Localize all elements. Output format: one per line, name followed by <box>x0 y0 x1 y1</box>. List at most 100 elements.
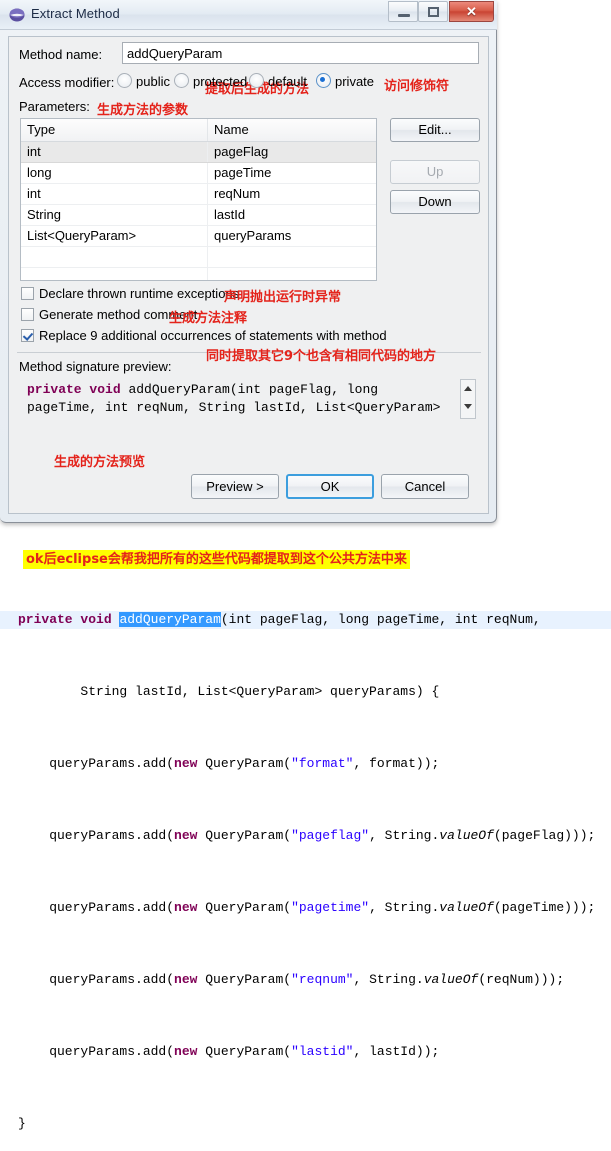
code-keyword-new: new <box>174 1044 198 1059</box>
radio-label: protected <box>193 74 248 89</box>
code-line5-mid: QueryParam( <box>197 900 292 915</box>
cell-name <box>208 268 376 280</box>
cell-type: List<QueryParam> <box>21 226 208 246</box>
access-modifier-label: Access modifier: <box>19 75 115 90</box>
cell-type: int <box>21 142 208 162</box>
checkbox-label: Declare thrown runtime exceptions <box>39 286 240 301</box>
ok-button[interactable]: OK <box>286 474 374 499</box>
code-line7-pre: queryParams.add( <box>18 1044 175 1059</box>
code-editor-block[interactable]: private void addQueryParam(int pageFlag,… <box>0 575 611 1131</box>
annotation-signature-preview: 生成的方法预览 <box>54 455 146 470</box>
radio-access-public[interactable]: public <box>117 73 170 89</box>
radio-label: default <box>268 74 308 89</box>
annotation-checkbox-2: 生成方法注释 <box>169 311 248 326</box>
table-row[interactable]: int pageFlag <box>21 142 376 163</box>
radio-access-protected[interactable]: protected <box>174 73 247 89</box>
cancel-button[interactable]: Cancel <box>381 474 469 499</box>
table-row[interactable]: int reqNum <box>21 184 376 205</box>
signature-keyword-private: private <box>27 382 82 397</box>
code-line3-post: , format)); <box>353 756 440 771</box>
code-line7-mid: QueryParam( <box>197 1044 292 1059</box>
cell-name: queryParams <box>214 228 292 243</box>
code-keyword-new: new <box>174 828 198 843</box>
code-line2: String lastId, List<QueryParam> queryPar… <box>18 684 440 699</box>
checkbox-icon <box>21 287 34 300</box>
code-line6-mid: QueryParam( <box>197 972 292 987</box>
close-button[interactable]: ✕ <box>449 1 494 22</box>
code-string-pagetime: "pagetime" <box>291 900 370 915</box>
dialog-title-bar[interactable]: Extract Method ✕ <box>0 0 497 30</box>
move-up-button: Up <box>390 160 480 184</box>
checkbox-icon <box>21 329 34 342</box>
radio-label: public <box>136 74 170 89</box>
table-row[interactable] <box>21 268 376 280</box>
code-line: queryParams.add(new QueryParam("pageflag… <box>0 827 611 845</box>
scroll-up-icon[interactable] <box>464 386 472 391</box>
code-method-valueof: valueOf <box>423 972 479 987</box>
radio-icon <box>174 73 189 88</box>
code-line: String lastId, List<QueryParam> queryPar… <box>0 683 611 701</box>
code-line6-end: (reqNum))); <box>478 972 565 987</box>
code-line5-post: , String. <box>369 900 440 915</box>
code-line4-post: , String. <box>369 828 440 843</box>
code-line: } <box>0 1115 611 1133</box>
code-line6-pre: queryParams.add( <box>18 972 175 987</box>
annotation-yellow-banner: ok后eclipse会帮我把所有的这些代码都提取到这个公共方法中来 <box>23 550 410 569</box>
code-keyword-new: new <box>174 900 198 915</box>
preview-button[interactable]: Preview > <box>191 474 279 499</box>
checkbox-replace-occurrences[interactable]: Replace 9 additional occurrences of stat… <box>21 328 387 343</box>
radio-icon <box>249 73 264 88</box>
cell-type <box>21 268 208 280</box>
code-line5-pre: queryParams.add( <box>18 900 175 915</box>
radio-access-default[interactable]: default <box>249 73 307 89</box>
code-line4-end: (pageFlag))); <box>493 828 596 843</box>
code-line8: } <box>18 1116 26 1131</box>
parameters-label: Parameters: <box>19 99 90 114</box>
dialog-title: Extract Method <box>31 6 120 21</box>
maximize-button[interactable] <box>418 1 448 22</box>
cell-name: reqNum <box>214 186 261 201</box>
edit-parameter-button[interactable]: Edit... <box>390 118 480 142</box>
code-line7-post: , lastId)); <box>353 1044 440 1059</box>
close-icon: ✕ <box>466 4 477 19</box>
code-line: queryParams.add(new QueryParam("pagetime… <box>0 899 611 917</box>
code-line4-mid: QueryParam( <box>197 828 292 843</box>
signature-scrollbar[interactable] <box>460 379 476 419</box>
table-row[interactable]: long pageTime <box>21 163 376 184</box>
scroll-down-icon[interactable] <box>464 404 472 409</box>
code-keyword-new: new <box>174 972 198 987</box>
signature-keyword-void: void <box>89 382 121 397</box>
cell-type: String <box>21 205 208 225</box>
dialog-content: Method name: 提取后生成的方法 Access modifier: p… <box>8 36 489 514</box>
table-row[interactable]: String lastId <box>21 205 376 226</box>
code-line: queryParams.add(new QueryParam("lastid",… <box>0 1043 611 1061</box>
radio-icon <box>316 73 331 88</box>
code-method-valueof: valueOf <box>439 828 494 843</box>
parameters-table[interactable]: Type Name int pageFlag long pageTime int… <box>20 118 377 281</box>
annotation-checkbox-3: 同时提取其它9个也含有相同代码的地方 <box>206 349 437 364</box>
radio-label: private <box>335 74 375 89</box>
code-string-format: "format" <box>291 756 354 771</box>
radio-access-private[interactable]: private <box>316 73 374 89</box>
code-line5-end: (pageTime))); <box>493 900 596 915</box>
checkbox-icon <box>21 308 34 321</box>
method-name-label: Method name: <box>19 47 103 62</box>
annotation-checkbox-1: 声明抛出运行时异常 <box>224 290 342 305</box>
code-line: queryParams.add(new QueryParam("reqnum",… <box>0 971 611 989</box>
move-down-button[interactable]: Down <box>390 190 480 214</box>
minimize-icon <box>398 14 410 17</box>
method-name-input[interactable] <box>122 42 479 64</box>
cell-name: pageTime <box>214 165 272 180</box>
minimize-button[interactable] <box>388 1 418 22</box>
column-header-type[interactable]: Type <box>21 119 208 141</box>
radio-icon <box>117 73 132 88</box>
maximize-icon <box>428 7 439 17</box>
annotation-parameters: 生成方法的参数 <box>97 103 189 118</box>
checkbox-label: Replace 9 additional occurrences of stat… <box>39 328 387 343</box>
table-row[interactable] <box>21 247 376 268</box>
cell-type: int <box>21 184 208 204</box>
column-header-name[interactable]: Name <box>208 119 376 141</box>
checkbox-declare-thrown-exceptions[interactable]: Declare thrown runtime exceptions <box>21 286 239 301</box>
table-row[interactable]: List<QueryParam> queryParams <box>21 226 376 247</box>
cell-type <box>21 247 208 267</box>
